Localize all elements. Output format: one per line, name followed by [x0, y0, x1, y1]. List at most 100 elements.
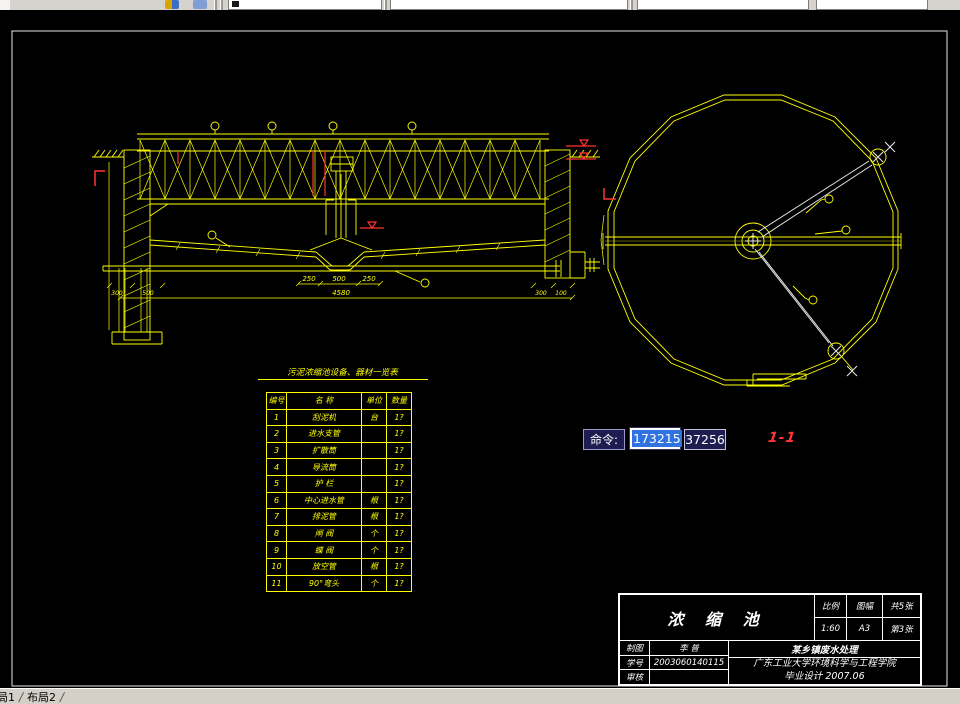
materials-table-title: 污泥浓缩池设备、器材一览表	[257, 366, 428, 380]
cell-name: 闸 阀	[286, 524, 362, 543]
checker-name	[650, 670, 728, 684]
cell-unit: 台	[361, 408, 387, 427]
school-name: 广东工业大学环境科学与工程学院	[753, 658, 896, 670]
dim-seg1: 250	[302, 275, 316, 283]
cell-no: 7	[266, 508, 287, 526]
table-row: 7 排泥管根 1?	[266, 508, 412, 526]
color-combo[interactable]	[390, 0, 628, 10]
cell-qty: 1?	[386, 441, 412, 460]
selected-coordinate-text: 173215	[632, 430, 682, 447]
table-row: 8闸 阀个 1?	[266, 524, 412, 543]
project-name: 某乡镇废水处理	[729, 641, 920, 658]
table-row: 5护 栏 1?	[266, 474, 412, 493]
cell-no: 11	[266, 574, 287, 593]
cell-name: 放空管	[286, 557, 362, 576]
dim-seg2: 500	[332, 275, 346, 283]
dim-seg3: 250	[362, 275, 376, 283]
cell-qty: 1?	[386, 524, 412, 543]
cell-unit	[361, 474, 387, 493]
materials-table: 污泥浓缩池设备、器材一览表 编号 名 称 单位 数量 1 刮泥机台 1? 2 进水支管…	[250, 366, 435, 593]
layer-color-swatch	[232, 1, 239, 7]
cell-unit: 个	[361, 524, 387, 543]
dim-left1: 300	[111, 290, 123, 297]
table-row: 1 刮泥机台 1?	[266, 408, 412, 427]
cell-no: 3	[266, 441, 287, 460]
linetype-combo[interactable]	[637, 0, 809, 10]
toolbar-separator	[214, 0, 217, 10]
cell-qty: 1?	[386, 574, 412, 593]
dim-right1: 300	[535, 290, 547, 297]
table-row: 3 扩散筒 1?	[266, 441, 412, 460]
toolbar-separator	[630, 0, 633, 10]
cell-qty: 1?	[386, 508, 412, 526]
cell-qty: 1?	[386, 408, 412, 427]
cell-qty: 1?	[386, 491, 412, 510]
table-row: 2 进水支管 1?	[266, 425, 412, 443]
cell-unit: 个	[361, 574, 387, 593]
design-footer: 毕业设计 2007.06	[784, 671, 865, 682]
toolbar-edge	[0, 0, 10, 10]
cell-unit	[361, 425, 387, 443]
cell-name: 进水支管	[286, 425, 362, 443]
cell-no: 9	[266, 541, 287, 559]
cell-qty: 1?	[386, 557, 412, 576]
toolbar-separator	[384, 0, 387, 10]
command-prompt-label: 命令:	[583, 429, 625, 450]
cell-qty: 1?	[386, 458, 412, 476]
dim-left2: 500	[142, 290, 154, 297]
table-row: 4 导流筒 1?	[266, 458, 412, 476]
drawing-canvas[interactable]: 250 500 250 4580 300 500 300 100 污泥浓缩池设备…	[0, 10, 960, 688]
cell-qty: 1?	[386, 425, 412, 443]
student-id: 2003060140115	[650, 656, 728, 671]
coordinate-input-y[interactable]: 37256	[684, 429, 726, 450]
layout-tab-bar: 局1 ∕ 布局2 ∕	[0, 688, 960, 704]
tab-layout2[interactable]: 布局2	[24, 689, 59, 704]
drafter-name: 李 普	[650, 641, 728, 656]
lineweight-combo[interactable]	[816, 0, 928, 10]
sheet-number: 第3张	[890, 625, 913, 635]
cell-qty: 1?	[386, 474, 412, 493]
student-label: 学号	[620, 656, 649, 671]
layer-combo[interactable]	[228, 0, 382, 10]
sheet-frame	[11, 30, 948, 687]
table-row: 11 90°弯头个 1?	[266, 574, 412, 593]
layer-properties-icon[interactable]	[193, 0, 207, 9]
header-name: 名 称	[286, 392, 362, 410]
cell-name: 中心进水管	[286, 491, 362, 510]
coordinate-input-x[interactable]: 173215	[629, 427, 682, 450]
cell-unit: 根	[361, 557, 387, 576]
format-label: 图幅	[847, 595, 883, 617]
header-qty: 数量	[386, 392, 412, 410]
cad-application-window: 250 500 250 4580 300 500 300 100 污泥浓缩池设备…	[0, 0, 960, 704]
drafter-label: 制图	[620, 641, 649, 656]
cell-no: 6	[266, 491, 287, 510]
tab-layout1[interactable]: 局1	[0, 689, 18, 704]
plan-red-section-mark	[603, 188, 616, 200]
cell-name: 90°弯头	[286, 574, 362, 593]
table-row: 9蝶 阀个 1?	[266, 541, 412, 559]
cell-no: 8	[266, 524, 287, 543]
title-block: 浓 缩 池 比例 图幅 共5张 1:60 A3 第3张 制图 学号 审核 李 普…	[618, 593, 922, 686]
dim-total: 4580	[332, 289, 350, 297]
cell-unit: 个	[361, 541, 387, 559]
drawing-title: 浓 缩 池	[620, 595, 815, 640]
scale-label: 比例	[815, 595, 847, 617]
cell-no: 4	[266, 458, 287, 476]
section-view-drawing	[92, 121, 600, 345]
table-row: 10 放空管根 1?	[266, 557, 412, 576]
plan-white-arms	[745, 141, 896, 377]
materials-grid: 编号 名 称 单位 数量 1 刮泥机台 1? 2 进水支管 1? 3 扩散筒 1? 4 导流筒…	[266, 392, 412, 593]
toolbar-separator	[220, 0, 223, 10]
cell-unit	[361, 458, 387, 476]
cell-unit	[361, 441, 387, 460]
cell-name: 导流筒	[286, 458, 362, 476]
tab-divider: ∕	[60, 690, 65, 704]
header-unit: 单位	[361, 392, 387, 410]
cell-name: 刮泥机	[286, 408, 362, 427]
cell-no: 5	[266, 474, 287, 493]
dimension-texts: 250 500 250 4580 300 500 300 100	[111, 275, 567, 297]
cell-qty: 1?	[386, 541, 412, 559]
cell-unit: 根	[361, 508, 387, 526]
dim-right2: 100	[555, 290, 567, 297]
layers-icon[interactable]	[165, 0, 179, 9]
